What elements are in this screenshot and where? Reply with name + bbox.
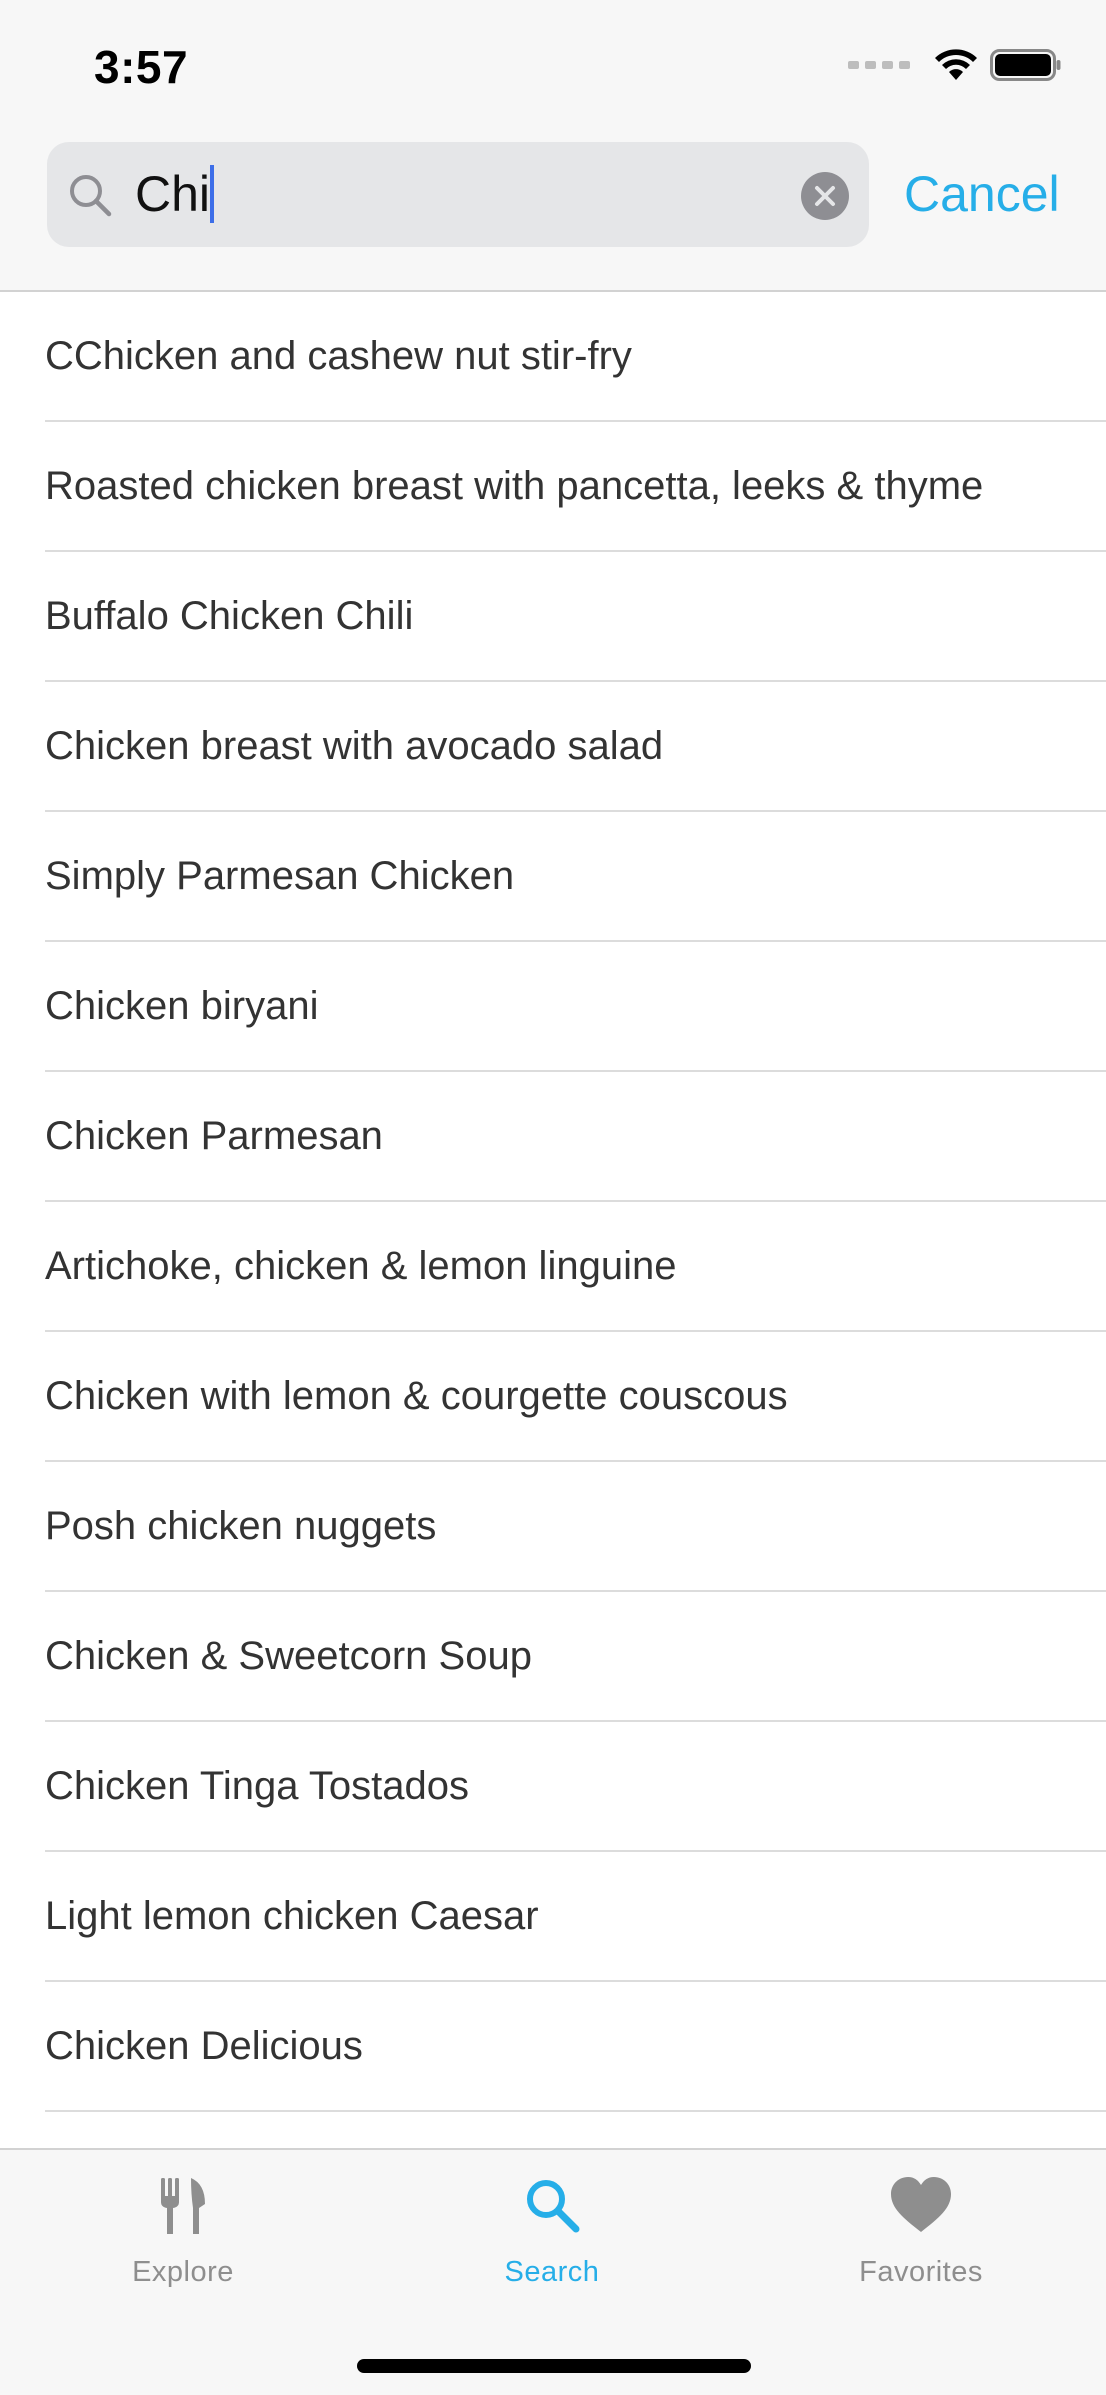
list-item-label: Chicken Tinga Tostados [45, 1764, 469, 1808]
tab-search[interactable]: Search [427, 2174, 677, 2324]
battery-icon [990, 49, 1061, 81]
list-item-label: Chicken biryani [45, 984, 319, 1028]
list-item-label: Buffalo Chicken Chili [45, 594, 414, 638]
close-icon [815, 186, 835, 206]
wifi-icon [935, 49, 977, 80]
list-item[interactable]: Chicken biryani [0, 942, 1106, 1072]
cancel-button[interactable]: Cancel [904, 164, 1060, 224]
list-item-label: Light lemon chicken Caesar [45, 1894, 539, 1938]
list-item[interactable]: CChicken and cashew nut stir-fry [0, 292, 1106, 422]
header: 3:57 Chi Cancel [0, 0, 1106, 292]
list-item[interactable]: Buffalo Chicken Chili [0, 552, 1106, 682]
list-item[interactable]: Chicken & Sweetcorn Soup [0, 1592, 1106, 1722]
list-item[interactable]: Posh chicken nuggets [0, 1462, 1106, 1592]
list-item-label: Artichoke, chicken & lemon linguine [45, 1244, 677, 1288]
home-indicator[interactable] [357, 2359, 751, 2373]
list-item-label: CChicken and cashew nut stir-fry [45, 334, 632, 378]
list-item[interactable]: Chicken Delicious [0, 1982, 1106, 2112]
list-item-label: Chicken with lemon & courgette couscous [45, 1374, 788, 1418]
tab-label: Explore [132, 2256, 234, 2288]
tab-label: Search [504, 2256, 600, 2288]
list-item-label: Chicken Parmesan [45, 1114, 383, 1158]
search-screen: 3:57 Chi Cancel CChicken and cashew nut … [0, 0, 1106, 2395]
list-item[interactable]: Simply Parmesan Chicken [0, 812, 1106, 942]
status-icons [848, 48, 1062, 82]
divider [45, 2110, 1106, 2112]
list-item-label: Chicken & Sweetcorn Soup [45, 1634, 532, 1678]
list-item[interactable]: Chicken Tinga Tostados [0, 1722, 1106, 1852]
fork-knife-icon [161, 2178, 205, 2234]
tab-favorites[interactable]: Favorites [796, 2174, 1046, 2324]
search-icon [527, 2180, 580, 2233]
list-item-label: Chicken Delicious [45, 2024, 363, 2068]
list-item-label: Chicken breast with avocado salad [45, 724, 664, 768]
list-item[interactable]: Chicken Parmesan [0, 1072, 1106, 1202]
cellular-signal-icon [848, 61, 910, 69]
search-results-list: CChicken and cashew nut stir-fry Roasted… [0, 292, 1106, 2152]
list-item[interactable]: Artichoke, chicken & lemon linguine [0, 1202, 1106, 1332]
status-time: 3:57 [94, 41, 189, 93]
search-query: Chi [135, 166, 211, 222]
heart-icon [891, 2177, 951, 2232]
list-item[interactable]: Chicken with lemon & courgette couscous [0, 1332, 1106, 1462]
list-item-label: Simply Parmesan Chicken [45, 854, 515, 898]
list-item-label: Posh chicken nuggets [45, 1504, 437, 1548]
tab-bar: Explore Search Favorites [0, 2148, 1106, 2395]
list-item[interactable]: Light lemon chicken Caesar [0, 1852, 1106, 1982]
list-item-label: Roasted chicken breast with pancetta, le… [45, 464, 984, 508]
text-caret [210, 165, 215, 223]
list-item[interactable]: Roasted chicken breast with pancetta, le… [0, 422, 1106, 552]
search-icon [70, 175, 112, 217]
search-field[interactable]: Chi [47, 142, 869, 247]
tab-explore[interactable]: Explore [58, 2174, 308, 2324]
tab-label: Favorites [859, 2256, 983, 2288]
list-item[interactable]: Chicken breast with avocado salad [0, 682, 1106, 812]
search-input[interactable]: Chi [135, 164, 215, 224]
clear-search-button[interactable] [801, 172, 849, 220]
